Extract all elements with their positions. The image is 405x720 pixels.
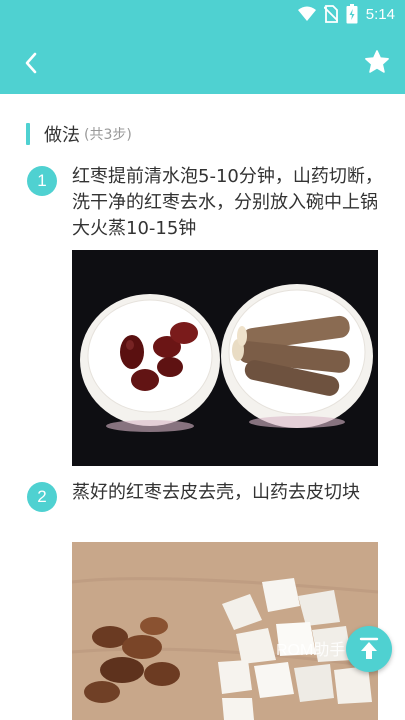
- step-count: (共3步): [84, 127, 132, 143]
- watermark-text: ROM助手: [276, 642, 346, 659]
- scroll-to-top-button[interactable]: [346, 626, 392, 672]
- step-2-photo[interactable]: [72, 542, 378, 720]
- arrow-up-to-top-icon: [359, 637, 379, 659]
- star-icon: [365, 50, 389, 73]
- status-bar: 5:14: [0, 0, 405, 30]
- wifi-icon: [297, 6, 316, 21]
- step-number-badge: 1: [27, 166, 57, 196]
- peeled-jujube-yam-image: [72, 542, 378, 720]
- section-accent-bar: [26, 123, 30, 145]
- section-title: 做法: [44, 125, 80, 146]
- section-header: 做法 (共3步): [26, 122, 132, 146]
- step-text: 红枣提前清水泡5-10分钟，山药切断，洗干净的红枣去水，分别放入碗中上锅大火蒸1…: [72, 166, 383, 239]
- battery-icon: [346, 4, 358, 24]
- app-bar: [0, 30, 405, 94]
- chevron-left-icon: [25, 52, 37, 74]
- jujube-yam-bowls-image: [72, 250, 378, 466]
- favorite-button[interactable]: [361, 46, 393, 78]
- status-time: 5:14: [365, 5, 395, 23]
- back-button[interactable]: [16, 48, 46, 78]
- step-1-photo[interactable]: [72, 250, 378, 466]
- status-icons: 5:14: [297, 4, 395, 24]
- recipe-content[interactable]: 做法 (共3步) 1 红枣提前清水泡5-10分钟，山药切断，洗干净的红枣去水，分…: [0, 94, 405, 720]
- no-sim-icon: [323, 5, 338, 23]
- step-text: 蒸好的红枣去皮去壳，山药去皮切块: [72, 482, 360, 503]
- step-number-badge: 2: [27, 482, 57, 512]
